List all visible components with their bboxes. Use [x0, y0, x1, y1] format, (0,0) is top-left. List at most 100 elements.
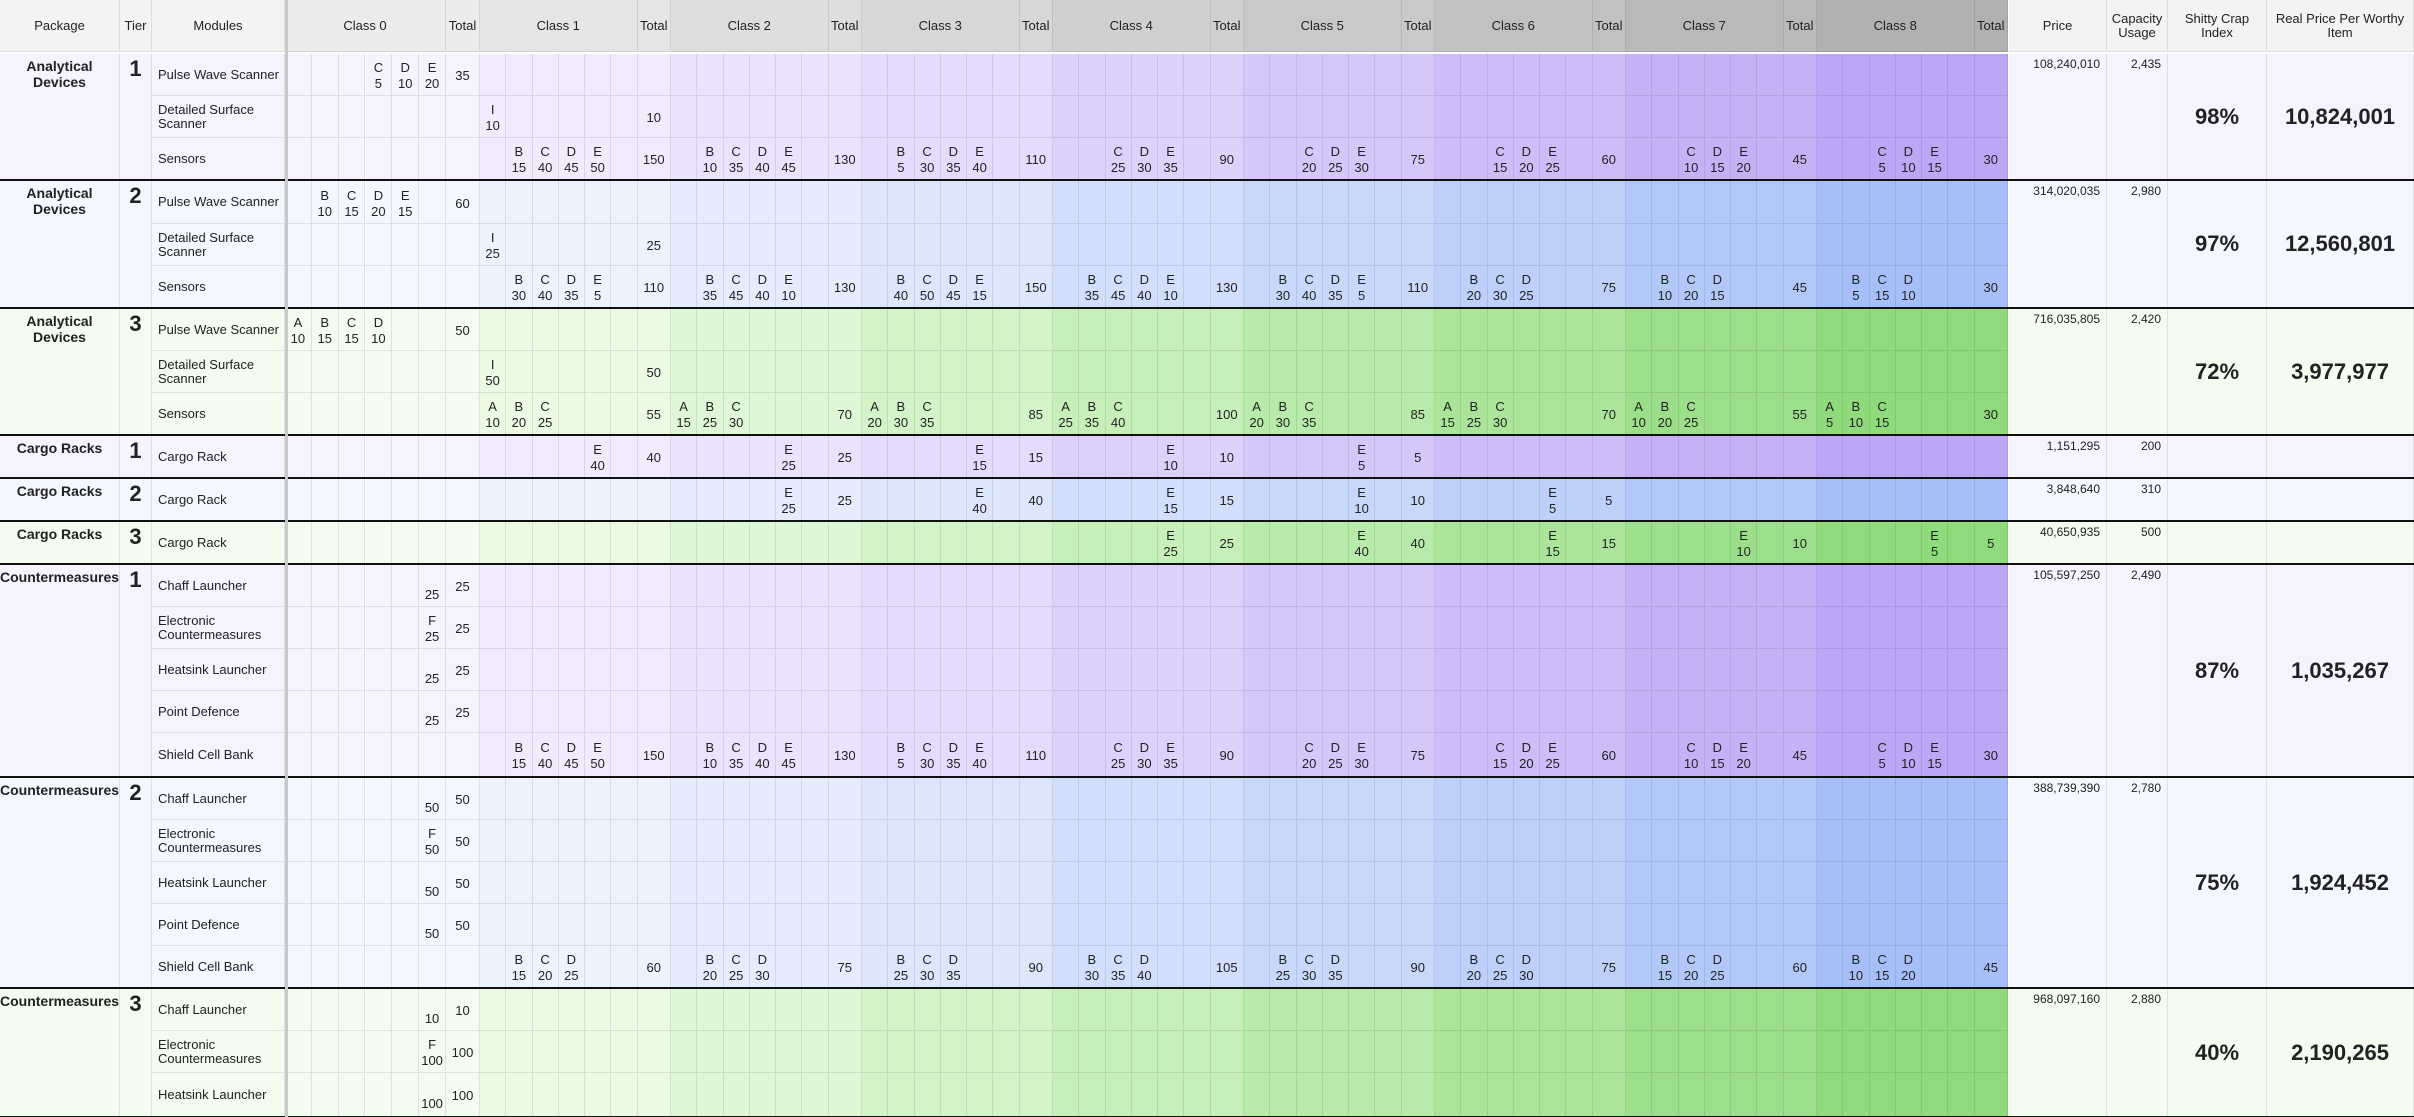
class-subcell[interactable]	[338, 565, 366, 607]
class-subcell[interactable]	[1652, 607, 1679, 649]
class-subcell[interactable]	[914, 96, 941, 138]
class-subcell[interactable]	[1435, 522, 1462, 564]
real-price-cell[interactable]: 3,977,977	[2267, 309, 2414, 435]
class-subcell[interactable]	[1566, 820, 1593, 862]
class-subcell[interactable]: D 40	[1131, 946, 1158, 988]
class-subcell[interactable]	[749, 691, 776, 733]
class-total-cell[interactable]	[1592, 181, 1626, 224]
class-subcell[interactable]	[611, 989, 638, 1031]
class-subcell[interactable]: D 10	[1895, 138, 1922, 180]
class-subcell[interactable]	[1817, 649, 1844, 691]
class-subcell[interactable]	[338, 224, 366, 266]
class-subcell[interactable]: E 50	[585, 138, 612, 180]
class-subcell[interactable]	[862, 565, 889, 607]
class-subcell[interactable]	[862, 1073, 889, 1117]
class-total-cell[interactable]	[1783, 54, 1817, 96]
class-subcell[interactable]	[1435, 54, 1462, 96]
class-subcell[interactable]: D 35	[1322, 266, 1349, 308]
header-total-4[interactable]: Total	[1210, 0, 1244, 52]
class-subcell[interactable]	[311, 565, 339, 607]
class-subcell[interactable]	[1322, 1073, 1349, 1117]
class-subcell[interactable]	[338, 607, 366, 649]
class-subcell[interactable]	[749, 565, 776, 607]
class-subcell[interactable]	[888, 820, 915, 862]
class-subcell[interactable]	[1131, 54, 1158, 96]
class-subcell[interactable]	[1566, 436, 1593, 478]
class-subcell[interactable]	[1513, 393, 1540, 435]
header-total-8[interactable]: Total	[1974, 0, 2008, 52]
class-subcell[interactable]	[1513, 351, 1540, 393]
class-subcell[interactable]	[1487, 522, 1514, 564]
capacity-cell[interactable]: 2,980	[2107, 181, 2168, 308]
class-total-cell[interactable]: 50	[446, 904, 480, 946]
class-subcell[interactable]: D 35	[940, 946, 967, 988]
class-subcell[interactable]	[1566, 138, 1593, 180]
class-subcell[interactable]	[862, 181, 889, 224]
class-total-cell[interactable]	[1019, 309, 1053, 351]
class-subcell[interactable]	[802, 946, 829, 988]
class-subcell[interactable]	[1158, 904, 1185, 946]
class-subcell[interactable]	[967, 946, 994, 988]
class-subcell[interactable]	[1678, 479, 1705, 521]
class-subcell[interactable]	[671, 904, 698, 946]
class-subcell[interactable]	[697, 649, 724, 691]
class-subcell[interactable]	[1757, 351, 1784, 393]
class-total-cell[interactable]: 110	[1019, 138, 1053, 180]
class-subcell[interactable]	[365, 351, 393, 393]
class-subcell[interactable]	[1461, 96, 1488, 138]
class-subcell[interactable]	[585, 989, 612, 1031]
class-subcell[interactable]	[1131, 649, 1158, 691]
class-subcell[interactable]	[1105, 479, 1132, 521]
class-total-cell[interactable]: 25	[446, 607, 480, 649]
class-subcell[interactable]	[862, 946, 889, 988]
class-subcell[interactable]	[285, 138, 312, 180]
class-subcell[interactable]	[611, 181, 638, 224]
class-subcell[interactable]: E 40	[967, 138, 994, 180]
class-subcell[interactable]	[1731, 1073, 1758, 1117]
class-subcell[interactable]	[1626, 778, 1653, 820]
class-subcell[interactable]	[802, 778, 829, 820]
class-total-cell[interactable]: 10	[637, 96, 671, 138]
class-total-cell[interactable]	[1783, 778, 1817, 820]
class-subcell[interactable]	[1869, 181, 1896, 224]
class-subcell[interactable]	[862, 989, 889, 1031]
class-subcell[interactable]	[802, 522, 829, 564]
class-subcell[interactable]	[338, 54, 366, 96]
class-subcell[interactable]	[1435, 181, 1462, 224]
class-subcell[interactable]	[1158, 309, 1185, 351]
class-subcell[interactable]	[419, 522, 446, 564]
class-subcell[interactable]	[532, 224, 559, 266]
class-subcell[interactable]	[1895, 54, 1922, 96]
class-subcell[interactable]	[1678, 820, 1705, 862]
tier-cell[interactable]: 2	[120, 479, 152, 521]
class-subcell[interactable]	[365, 989, 393, 1031]
class-total-cell[interactable]: 35	[446, 54, 480, 96]
class-subcell[interactable]	[697, 691, 724, 733]
class-subcell[interactable]	[749, 351, 776, 393]
class-subcell[interactable]	[1757, 691, 1784, 733]
class-total-cell[interactable]	[1210, 649, 1244, 691]
class-subcell[interactable]	[392, 436, 420, 478]
class-subcell[interactable]: C 30	[1487, 266, 1514, 308]
class-subcell[interactable]: C 20	[1678, 946, 1705, 988]
class-subcell[interactable]	[532, 309, 559, 351]
class-subcell[interactable]	[480, 565, 507, 607]
class-subcell[interactable]	[1244, 351, 1271, 393]
class-subcell[interactable]	[532, 607, 559, 649]
class-subcell[interactable]	[749, 436, 776, 478]
class-subcell[interactable]	[1270, 607, 1297, 649]
capacity-cell[interactable]: 310	[2107, 479, 2168, 521]
class-subcell[interactable]	[993, 778, 1020, 820]
class-subcell[interactable]	[1375, 54, 1402, 96]
class-total-cell[interactable]: 75	[1401, 733, 1435, 777]
class-total-cell[interactable]	[1210, 820, 1244, 862]
class-subcell[interactable]: B5	[888, 138, 915, 180]
class-total-cell[interactable]	[1592, 351, 1626, 393]
class-subcell[interactable]	[1244, 862, 1271, 904]
class-subcell[interactable]	[558, 479, 585, 521]
class-subcell[interactable]	[585, 54, 612, 96]
class-subcell[interactable]	[611, 778, 638, 820]
class-subcell[interactable]	[1322, 479, 1349, 521]
class-subcell[interactable]	[1704, 820, 1731, 862]
class-subcell[interactable]	[1757, 733, 1784, 777]
